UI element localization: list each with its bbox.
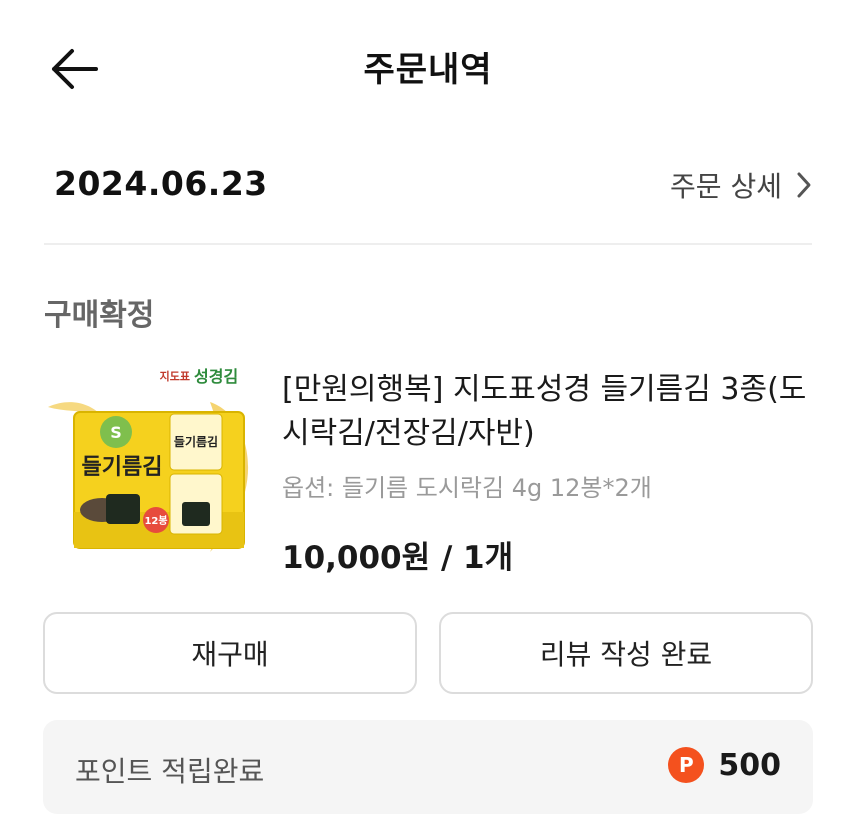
divider <box>44 243 812 245</box>
order-date: 2024.06.23 <box>54 164 268 203</box>
pack-title: 들기름김 <box>82 455 163 480</box>
points-value-group: P 500 <box>668 747 781 783</box>
order-detail-link[interactable]: 주문 상세 <box>670 165 812 205</box>
product-thumbnail: S 들기름김 지도표 성경김 들기름김 12봉 <box>48 367 249 552</box>
count-badge: 12봉 <box>144 515 167 527</box>
product-image[interactable]: S 들기름김 지도표 성경김 들기름김 12봉 <box>40 362 262 558</box>
points-panel: 포인트 적립완료 P 500 <box>43 720 813 814</box>
review-complete-button[interactable]: 리뷰 작성 완료 <box>439 612 813 694</box>
product-price: 10,000원 / 1개 <box>282 540 514 576</box>
page-title: 주문내역 <box>363 50 493 90</box>
brand-large: 성경김 <box>194 367 238 386</box>
points-label: 포인트 적립완료 <box>75 755 265 788</box>
svg-text:S: S <box>110 423 122 442</box>
product-option: 옵션: 들기름 도시락김 4g 12봉*2개 <box>282 474 652 502</box>
point-icon: P <box>668 747 705 783</box>
points-value: 500 <box>718 747 781 783</box>
order-detail-label: 주문 상세 <box>670 170 782 203</box>
order-status: 구매확정 <box>44 298 155 333</box>
product-name[interactable]: [만원의행복] 지도표성경 들기름김 3종(도시락김/전장김/자반) <box>282 368 822 456</box>
chevron-right-icon <box>797 172 811 198</box>
brand-small: 지도표 <box>160 369 190 383</box>
header: 주문내역 <box>0 0 856 140</box>
svg-text:들기름김: 들기름김 <box>174 434 218 449</box>
rebuy-button[interactable]: 재구매 <box>43 612 417 694</box>
